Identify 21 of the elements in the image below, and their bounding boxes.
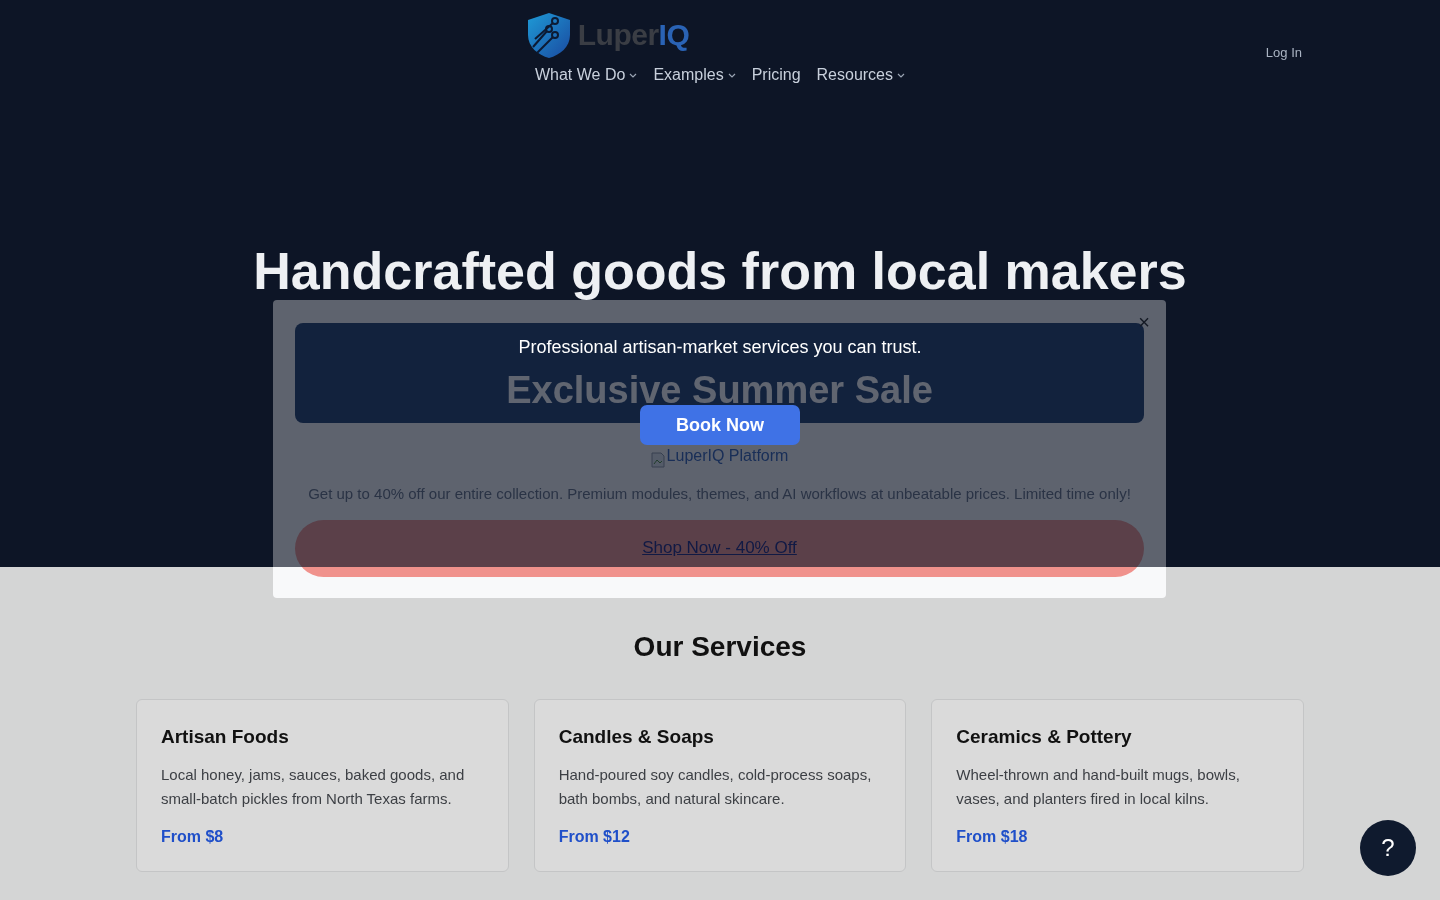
book-now-button[interactable]: Book Now [640, 405, 800, 445]
nav-link[interactable]: Examples [653, 63, 736, 87]
shield-logo-icon [526, 11, 572, 59]
help-button[interactable]: ? [1360, 820, 1416, 876]
hero-subtitle: Professional artisan-market services you can trust. [518, 336, 922, 359]
card-description: Local honey, jams, sauces, baked goods, and small-batch pickles from North Texas farms. [161, 764, 466, 809]
nav-link[interactable]: Resources [816, 63, 905, 87]
card-title: Ceramics & Pottery [956, 726, 1133, 749]
image-alt-text: LuperIQ Platform [666, 446, 789, 466]
card-price: From $18 [956, 826, 1029, 847]
nav-link[interactable]: Pricing [751, 63, 801, 87]
card-price: From $12 [558, 826, 631, 847]
broken-image-icon [650, 452, 665, 468]
login-link[interactable]: Log In [1265, 43, 1302, 63]
services-heading: Our Services [632, 633, 808, 661]
card-description: Hand-poured soy candles, cold-process soaps, bath bombs, and natural skincare. [558, 764, 873, 809]
card-description: Wheel-thrown and hand-built mugs, bowls, vases, and planters fired in local kilns. [956, 764, 1241, 809]
card-title: Artisan Foods [161, 726, 290, 749]
card-title: Candles & Soaps [558, 726, 715, 749]
card-price: From $8 [161, 826, 225, 847]
nav-link[interactable]: What We Do [534, 63, 638, 87]
